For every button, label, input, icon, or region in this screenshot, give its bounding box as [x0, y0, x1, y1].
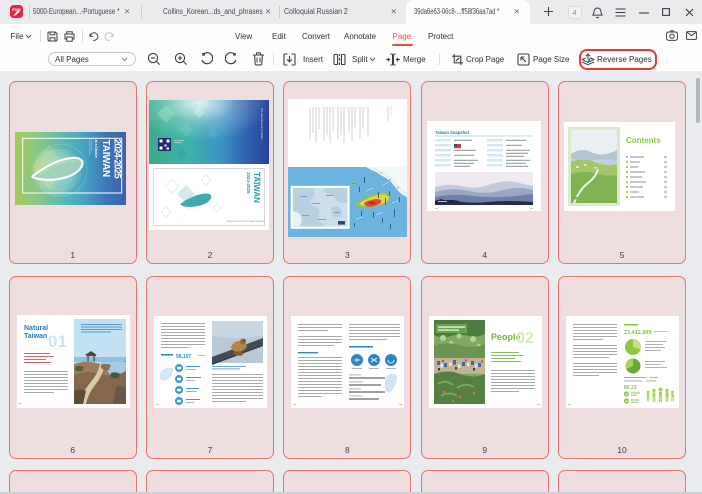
- svg-text:Natural: Natural: [24, 325, 48, 332]
- svg-text:02: 02: [516, 330, 534, 347]
- svg-text:2024-2025: 2024-2025: [112, 139, 123, 180]
- svg-text:23,412,899: 23,412,899: [624, 330, 652, 336]
- svg-text:2024-2025: 2024-2025: [246, 172, 251, 194]
- svg-text:at a Glance: at a Glance: [94, 140, 98, 158]
- svg-text:The essential guide to Taiwan: The essential guide to Taiwan: [260, 108, 263, 140]
- svg-text:Taiwan Snapshot: Taiwan Snapshot: [435, 130, 470, 135]
- svg-text:at a Glance: at a Glance: [259, 172, 263, 186]
- svg-text:Taiwan: Taiwan: [24, 333, 47, 340]
- svg-text:56,107: 56,107: [176, 354, 192, 360]
- svg-text:80.23: 80.23: [624, 385, 637, 391]
- svg-text:Contents: Contents: [626, 136, 661, 145]
- svg-text:Department of Information Serv: Department of Information Services: [227, 220, 265, 223]
- svg-text:TAIWAN: TAIWAN: [100, 140, 111, 178]
- svg-text:01: 01: [48, 332, 67, 351]
